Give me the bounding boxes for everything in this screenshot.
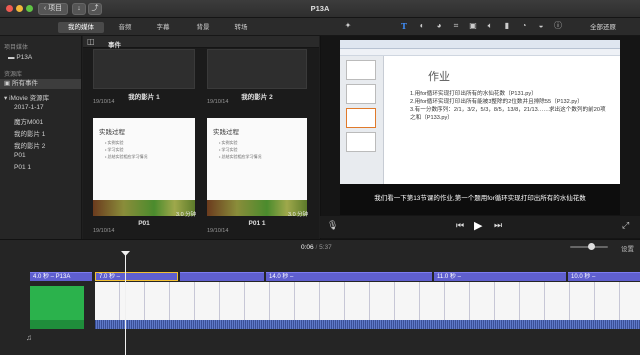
clip-thumbnail: 实践过程 • 实例实验 • 学习实验 • 总结实验相应学习情况 bbox=[207, 118, 307, 200]
thumb-bullet: • 总结实验相应学习情况 bbox=[105, 154, 148, 159]
play-icon[interactable]: ▶ bbox=[474, 219, 482, 232]
sidebar-item-imovie-library[interactable]: ▾ iMovie 资源库 bbox=[4, 92, 49, 102]
slide-line: 3.有一分数序列：2/1，3/2，5/3，8/5，13/8，21/13……求出这… bbox=[410, 107, 606, 121]
slide-line: 1.用for循环实现打印出所有的水仙花数（P131.py） bbox=[410, 91, 537, 97]
clip-thumbnail: 实践过程 • 实例实验 • 学习实验 • 总结实验相应学习情况 bbox=[93, 118, 195, 200]
timeline-segment[interactable] bbox=[180, 272, 264, 281]
event-clip-p01-1[interactable]: 实践过程 • 实例实验 • 学习实验 • 总结实验相应学习情况 bbox=[207, 118, 307, 216]
clip-filter-icon[interactable]: ◒ bbox=[535, 20, 547, 32]
thumb-bullet: • 实例实验 bbox=[105, 140, 124, 145]
event-clip-2[interactable] bbox=[207, 49, 307, 89]
slide-thumb bbox=[346, 132, 376, 152]
ppt-toolbar bbox=[340, 49, 620, 56]
subtitle-text: 我们看一下第13节课的作业,第一个题用for循环实现打印出所有的水仙花数 bbox=[374, 195, 586, 202]
color-correction-icon[interactable]: ◕ bbox=[433, 20, 445, 32]
slide-body: 1.用for循环实现打印出所有的水仙花数（P131.py） 2.用for循环实现… bbox=[410, 90, 610, 122]
timeline-segment[interactable]: 11.0 秒 – bbox=[434, 272, 566, 281]
clip-label: P01 1 bbox=[248, 220, 266, 227]
tab-titles[interactable]: 字幕 bbox=[148, 22, 178, 33]
timeline-filmstrip[interactable] bbox=[95, 282, 640, 320]
sidebar-event[interactable]: P01 1 bbox=[14, 164, 31, 171]
thumb-title: 实践过程 bbox=[213, 129, 239, 136]
disclosure-triangle-icon: ▾ bbox=[4, 95, 8, 102]
noise-reduction-icon[interactable]: ▮ bbox=[501, 20, 513, 32]
clip-date: 19/10/14 bbox=[207, 228, 229, 234]
sidebar-toggle-icon[interactable]: ◫ bbox=[87, 37, 95, 46]
sidebar-item-label: 所有事件 bbox=[11, 80, 38, 87]
crop-icon[interactable]: ⌗ bbox=[450, 20, 462, 32]
window-title: P13A bbox=[310, 4, 330, 13]
event-clip-p01[interactable]: 实践过程 • 实例实验 • 学习实验 • 总结实验相应学习情况 bbox=[93, 118, 195, 216]
microphone-icon[interactable]: 🎙︎ bbox=[327, 220, 338, 231]
music-note-icon: ♫ bbox=[26, 333, 32, 342]
library-heading: 资源库 bbox=[4, 72, 23, 78]
video-preview: 作业 1.用for循环实现打印出所有的水仙花数（P131.py） 2.用for循… bbox=[340, 40, 620, 215]
skip-forward-icon[interactable]: ⏭︎ bbox=[494, 220, 502, 231]
settings-button[interactable]: 设置 bbox=[621, 243, 634, 253]
timeline-audio-waveform bbox=[95, 320, 640, 329]
browser-title: 事件 bbox=[108, 42, 121, 49]
zoom-slider-thumb[interactable] bbox=[588, 243, 595, 250]
timeline-segment-selected[interactable]: 7.0 秒 – bbox=[95, 272, 178, 281]
clip-date: 19/10/14 bbox=[207, 99, 229, 105]
stabilization-icon[interactable]: ▣ bbox=[467, 20, 479, 32]
slide-thumb-current bbox=[346, 108, 376, 128]
timecode-display: 0:06 / 5:37 bbox=[301, 244, 332, 251]
slide-thumbnails-panel bbox=[340, 56, 384, 186]
slide-thumb bbox=[346, 84, 376, 104]
tab-audio[interactable]: 音频 bbox=[110, 22, 140, 33]
clip-duration: 3.0 分钟 bbox=[288, 212, 309, 218]
fullscreen-icon[interactable]: ⤢ bbox=[622, 220, 629, 231]
thumb-bullet: • 学习实验 bbox=[219, 147, 238, 152]
slide-title: 作业 bbox=[428, 70, 450, 83]
sidebar-event[interactable]: 魔方M001 bbox=[14, 116, 43, 126]
sidebar-event[interactable]: 我的影片 1 bbox=[14, 128, 45, 138]
color-balance-icon[interactable]: ◐ bbox=[416, 20, 428, 32]
thumb-bullet: • 实例实验 bbox=[219, 140, 238, 145]
restore-all-button[interactable]: 全部还原 bbox=[590, 21, 616, 31]
timeline-segment[interactable]: 14.0 秒 – bbox=[266, 272, 432, 281]
clip-date: 19/10/14 bbox=[93, 99, 115, 105]
thumb-bullet: • 总结实验相应学习情况 bbox=[219, 154, 262, 159]
star-icon: ▣ bbox=[4, 80, 11, 87]
timeline-clip-green[interactable] bbox=[30, 286, 84, 320]
sidebar-item-label: P13A bbox=[16, 54, 33, 61]
tab-transitions[interactable]: 转场 bbox=[226, 22, 256, 33]
slide-line: 2.用for循环实现打印出所有能被3整除的2位数并且排除55（P132.py） bbox=[410, 99, 583, 105]
tab-my-media[interactable]: 我的媒体 bbox=[58, 22, 104, 33]
timecode-current: 0:06 bbox=[301, 244, 314, 251]
slide-thumb bbox=[346, 60, 376, 80]
timeline-clip-green-audio bbox=[30, 320, 84, 329]
film-icon: ▬ bbox=[8, 54, 15, 61]
playhead[interactable] bbox=[125, 254, 126, 355]
event-clip-1[interactable] bbox=[93, 49, 195, 89]
timeline-segment[interactable]: 10.0 秒 – bbox=[568, 272, 640, 281]
tab-backgrounds[interactable]: 背景 bbox=[188, 22, 218, 33]
sidebar-item-all-events[interactable]: ▣ 所有事件 bbox=[0, 79, 81, 89]
volume-icon[interactable]: 🔈︎ bbox=[484, 20, 496, 32]
sidebar-item-project[interactable]: ▬ P13A bbox=[8, 54, 32, 61]
clip-duration: 3.0 分钟 bbox=[176, 212, 197, 218]
speed-icon[interactable]: ◔ bbox=[518, 20, 530, 32]
sidebar-event[interactable]: P01 bbox=[14, 152, 26, 159]
title-text-icon[interactable]: T bbox=[398, 20, 410, 32]
ppt-ribbon bbox=[340, 40, 620, 49]
thumb-title: 实践过程 bbox=[99, 129, 125, 136]
clip-label: P01 bbox=[138, 220, 150, 227]
sidebar-item-label: iMovie 资源库 bbox=[9, 95, 50, 102]
skip-back-icon[interactable]: ⏮︎ bbox=[456, 220, 464, 231]
clip-date: 19/10/14 bbox=[93, 228, 115, 234]
thumb-bullet: • 学习实验 bbox=[105, 147, 124, 152]
sidebar-event[interactable]: 2017-1-17 bbox=[14, 104, 44, 111]
magic-wand-icon[interactable]: ✦ bbox=[342, 20, 354, 32]
project-media-heading: 项目媒体 bbox=[4, 45, 29, 51]
timecode-total: 5:37 bbox=[319, 244, 332, 251]
info-icon[interactable]: ⓘ bbox=[552, 20, 564, 32]
timeline-title-bar-first[interactable]: 4.0 秒 – P13A bbox=[30, 272, 92, 281]
sidebar-event[interactable]: 我的影片 2 bbox=[14, 140, 45, 150]
